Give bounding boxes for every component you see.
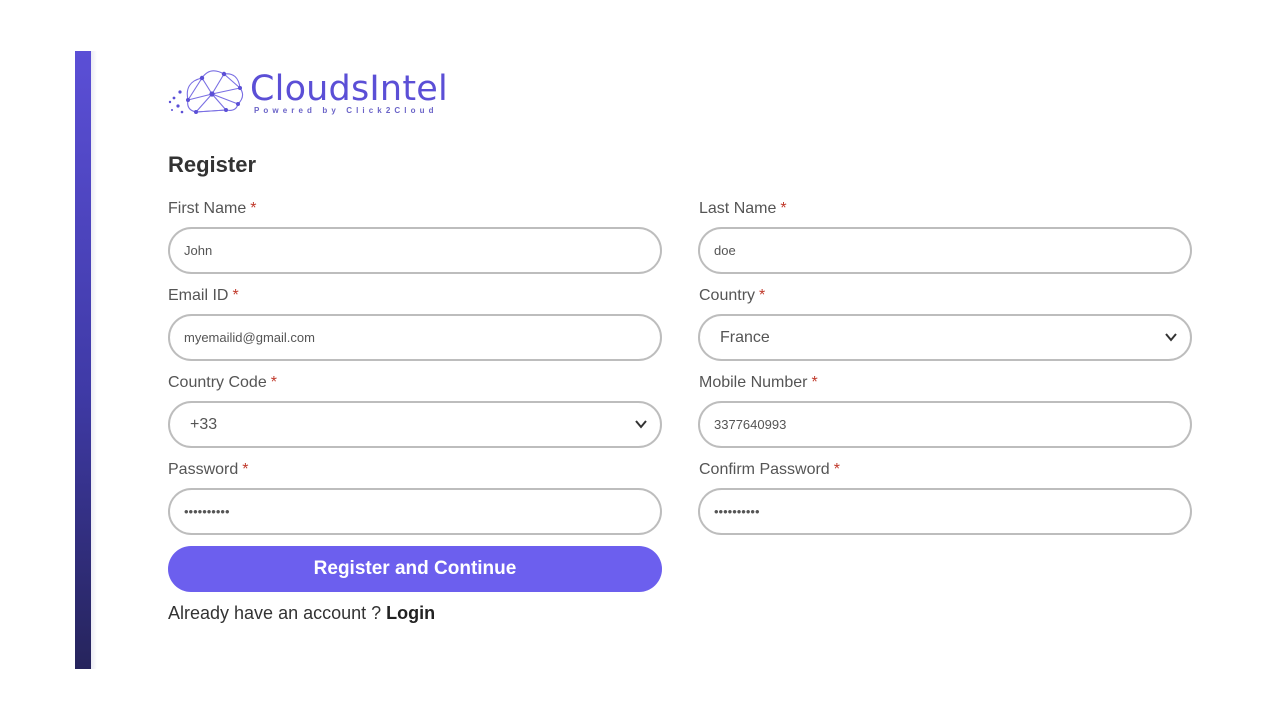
country-label: Country * [699,287,766,304]
password-label: Password * [168,461,249,478]
page-title: Register [168,152,257,177]
login-link[interactable]: Login [386,603,435,623]
side-accent-bar [75,51,91,669]
chevron-down-icon [635,420,647,429]
country-code-select[interactable]: +33 [168,401,662,448]
first-name-input[interactable] [168,227,662,274]
last-name-input[interactable] [698,227,1192,274]
country-code-select-value: +33 [190,416,218,433]
side-accent-shadow [91,51,97,669]
brand-logo: CloudsIntel Powered by Click2Cloud [166,64,466,120]
first-name-label: First Name * [168,200,257,217]
email-input[interactable] [168,314,662,361]
chevron-down-icon [1165,333,1177,342]
mobile-number-input[interactable] [698,401,1192,448]
confirm-password-label: Confirm Password * [699,461,840,478]
mobile-number-label: Mobile Number * [699,374,818,391]
email-label: Email ID * [168,287,239,304]
login-prompt-row: Already have an account ? Login [168,603,435,624]
cloud-network-logo-icon [168,70,244,114]
brand-name: CloudsIntel [250,69,448,109]
confirm-password-input[interactable] [698,488,1192,535]
login-prompt-text: Already have an account ? [168,603,382,623]
country-code-label: Country Code * [168,374,277,391]
country-select-value: France [720,329,770,346]
register-continue-button[interactable]: Register and Continue [168,546,662,592]
brand-tagline: Powered by Click2Cloud [254,106,438,115]
password-input[interactable] [168,488,662,535]
last-name-label: Last Name * [699,200,787,217]
country-select[interactable]: France [698,314,1192,361]
